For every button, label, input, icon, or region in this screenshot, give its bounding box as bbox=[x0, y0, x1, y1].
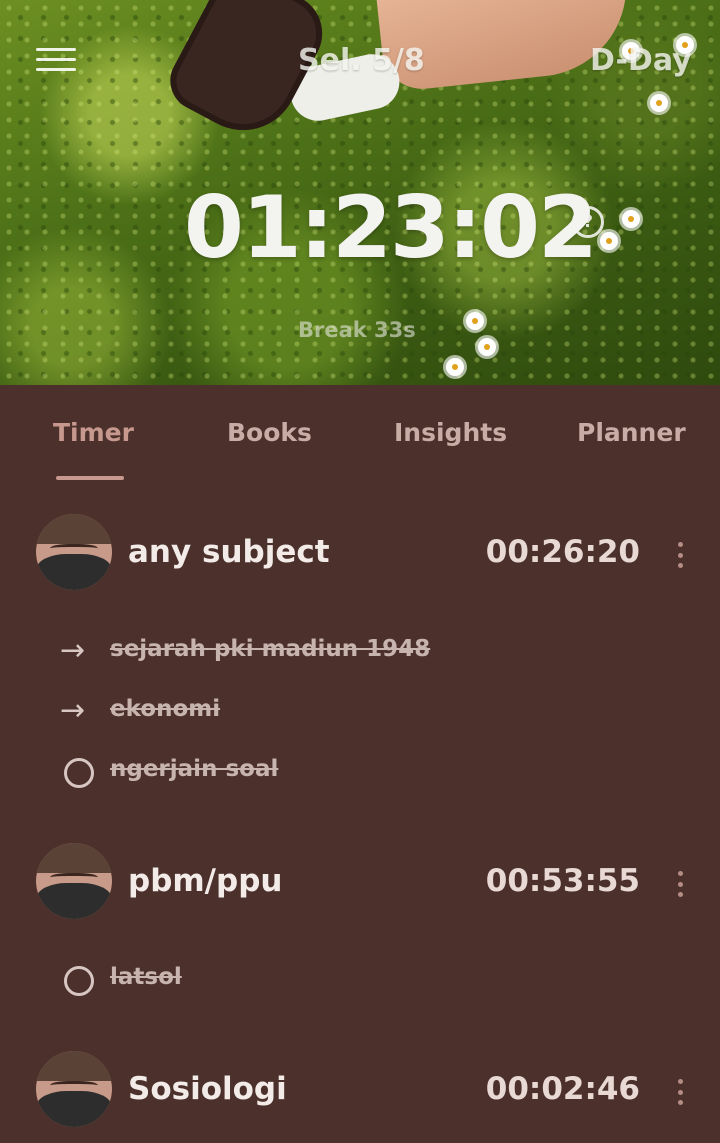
active-tab-indicator bbox=[56, 476, 124, 480]
photo-flower bbox=[650, 94, 668, 112]
subject-time: 00:26:20 bbox=[485, 534, 640, 570]
photo-flower bbox=[478, 338, 496, 356]
more-vertical-icon[interactable] bbox=[670, 542, 690, 568]
avatar bbox=[36, 1051, 112, 1127]
tab-insights[interactable]: Insights bbox=[394, 418, 507, 447]
arrow-right-icon: → bbox=[60, 693, 86, 728]
circle-outline-icon[interactable] bbox=[64, 758, 94, 788]
more-vertical-icon[interactable] bbox=[670, 871, 690, 897]
avatar bbox=[36, 843, 112, 919]
tab-bar: Timer Books Insights Planner bbox=[0, 385, 720, 485]
circle-outline-icon[interactable] bbox=[64, 966, 94, 996]
main-timer: 01:23:02 bbox=[184, 178, 598, 278]
tab-books[interactable]: Books bbox=[227, 418, 312, 447]
task-label: sejarah pki madiun 1948 bbox=[110, 636, 431, 662]
help-circle-icon[interactable]: ? bbox=[572, 206, 604, 238]
subject-time: 00:02:46 bbox=[485, 1071, 640, 1107]
subject-row[interactable]: any subject 00:26:20 bbox=[0, 514, 720, 594]
photo-flower bbox=[622, 210, 640, 228]
photo-flower bbox=[466, 312, 484, 330]
tab-planner[interactable]: Planner bbox=[577, 418, 686, 447]
tab-timer[interactable]: Timer bbox=[53, 418, 134, 447]
subject-name: Sosiologi bbox=[128, 1071, 287, 1107]
subject-name: any subject bbox=[128, 534, 330, 570]
break-timer: Break 33s bbox=[298, 318, 416, 342]
session-counter[interactable]: Sel. 5/8 bbox=[298, 43, 425, 78]
dday-button[interactable]: D-Day bbox=[590, 43, 692, 78]
arrow-right-icon: → bbox=[60, 633, 86, 668]
subject-time: 00:53:55 bbox=[485, 863, 640, 899]
photo-flower bbox=[446, 358, 464, 376]
task-label: ekonomi bbox=[110, 696, 221, 722]
task-label: latsol bbox=[110, 964, 182, 990]
avatar bbox=[36, 514, 112, 590]
more-vertical-icon[interactable] bbox=[670, 1079, 690, 1105]
task-label: ngerjain soal bbox=[110, 756, 279, 782]
subject-row[interactable]: pbm/ppu 00:53:55 bbox=[0, 843, 720, 923]
subject-name: pbm/ppu bbox=[128, 863, 283, 899]
photo-flower bbox=[600, 232, 618, 250]
subject-row[interactable]: Sosiologi 00:02:46 bbox=[0, 1051, 720, 1131]
hamburger-menu-icon[interactable] bbox=[36, 48, 76, 74]
